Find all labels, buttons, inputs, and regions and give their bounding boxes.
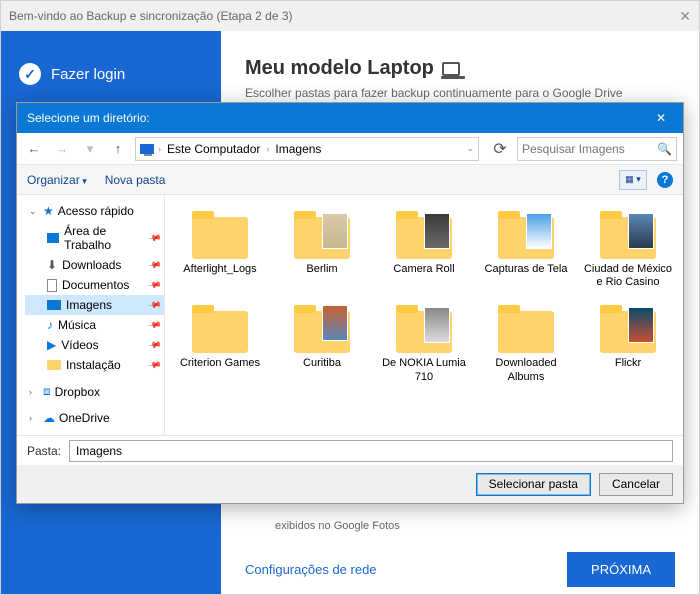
help-icon[interactable]: ? bbox=[657, 172, 673, 188]
folder-item[interactable]: Criterion Games bbox=[171, 299, 269, 387]
pin-icon: 📌 bbox=[147, 357, 162, 372]
pin-icon: 📌 bbox=[147, 257, 162, 272]
tree-item-desktop[interactable]: Área de Trabalho📌 bbox=[25, 221, 164, 255]
pin-icon: 📌 bbox=[147, 317, 162, 332]
folder-label: Curitiba bbox=[275, 357, 369, 370]
folder-icon bbox=[47, 360, 61, 370]
chevron-right-icon: › bbox=[29, 387, 39, 397]
folder-item[interactable]: Camera Roll bbox=[375, 205, 473, 293]
view-mode-button[interactable]: ▦ ▾ bbox=[619, 170, 647, 190]
select-folder-button[interactable]: Selecionar pasta bbox=[476, 473, 591, 496]
path-label: Pasta: bbox=[27, 444, 61, 458]
tree-item-music[interactable]: ♪Música📌 bbox=[25, 315, 164, 335]
page-desc: Escolher pastas para fazer backup contin… bbox=[245, 86, 675, 100]
nav-up-icon[interactable]: ↑ bbox=[107, 138, 129, 160]
dropbox-icon: ⧈ bbox=[43, 384, 51, 399]
check-icon: ✓ bbox=[19, 63, 41, 85]
folder-item[interactable]: Curitiba bbox=[273, 299, 371, 387]
dialog-title: Selecione um diretório: bbox=[27, 111, 150, 125]
tree-quick-access[interactable]: ⌄ ★ Acesso rápido bbox=[25, 201, 164, 221]
image-icon bbox=[47, 300, 61, 310]
folder-item[interactable]: Berlim bbox=[273, 205, 371, 293]
folder-label: Criterion Games bbox=[173, 357, 267, 370]
page-title: Meu modelo Laptop bbox=[245, 57, 675, 80]
folder-label: Downloaded Albums bbox=[479, 357, 573, 383]
tree-item-documents[interactable]: Documentos📌 bbox=[25, 275, 164, 295]
nav-back-icon[interactable]: ← bbox=[23, 138, 45, 160]
network-settings-link[interactable]: Configurações de rede bbox=[245, 562, 377, 577]
file-grid: Afterlight_Logs Berlim Camera Roll Capturas… bbox=[165, 195, 683, 435]
folder-label: Berlim bbox=[275, 263, 369, 276]
folder-label: Flickr bbox=[581, 357, 675, 370]
folder-item[interactable]: Capturas de Tela bbox=[477, 205, 575, 293]
close-icon[interactable]: ✕ bbox=[679, 8, 691, 25]
new-folder-button[interactable]: Nova pasta bbox=[105, 173, 166, 187]
dialog-titlebar: Selecione um diretório: ✕ bbox=[17, 103, 683, 133]
folder-item[interactable]: Flickr bbox=[579, 299, 677, 387]
search-box[interactable]: 🔍 bbox=[517, 137, 677, 161]
nav-recent-icon[interactable]: ▾ bbox=[79, 138, 101, 160]
folder-label: Camera Roll bbox=[377, 263, 471, 276]
cancel-button[interactable]: Cancelar bbox=[599, 473, 673, 496]
nav-tree: ⌄ ★ Acesso rápido Área de Trabalho📌 ⬇Dow… bbox=[17, 195, 165, 435]
cloud-icon: ☁ bbox=[43, 411, 55, 425]
nav-row: ← → ▾ ↑ › Este Computador › Imagens ⌄ ⟳ … bbox=[17, 133, 683, 165]
nav-forward-icon[interactable]: → bbox=[51, 138, 73, 160]
chevron-down-icon: ⌄ bbox=[29, 206, 39, 217]
folder-icon bbox=[192, 311, 248, 353]
breadcrumb-leaf[interactable]: Imagens bbox=[273, 142, 323, 156]
pin-icon: 📌 bbox=[147, 277, 162, 292]
laptop-icon bbox=[442, 62, 460, 76]
folder-label: Ciudad de México e Rio Casino bbox=[581, 263, 675, 289]
folder-label: De NOKIA Lumia 710 bbox=[377, 357, 471, 383]
chevron-right-icon: › bbox=[29, 413, 39, 423]
photos-note: exibidos no Google Fotos bbox=[245, 520, 675, 532]
folder-icon bbox=[192, 217, 248, 259]
tree-dropbox[interactable]: ›⧈Dropbox bbox=[25, 381, 164, 402]
document-icon bbox=[47, 279, 57, 292]
folder-label: Afterlight_Logs bbox=[173, 263, 267, 276]
download-icon: ⬇ bbox=[47, 258, 57, 272]
address-bar[interactable]: › Este Computador › Imagens ⌄ bbox=[135, 137, 479, 161]
dialog-close-icon[interactable]: ✕ bbox=[649, 111, 673, 125]
breadcrumb-root[interactable]: Este Computador bbox=[165, 142, 262, 156]
path-input[interactable] bbox=[69, 440, 673, 462]
refresh-icon[interactable]: ⟳ bbox=[489, 139, 511, 159]
window-title: Bem-vindo ao Backup e sincronização (Eta… bbox=[9, 9, 293, 23]
next-button[interactable]: PRÓXIMA bbox=[567, 552, 675, 587]
step-login[interactable]: ✓ Fazer login bbox=[1, 51, 221, 97]
pin-icon: 📌 bbox=[147, 337, 162, 352]
folder-item[interactable]: Ciudad de México e Rio Casino bbox=[579, 205, 677, 293]
desktop-icon bbox=[47, 233, 59, 243]
folder-label: Capturas de Tela bbox=[479, 263, 573, 276]
folder-icon bbox=[498, 311, 554, 353]
pin-icon: 📌 bbox=[147, 230, 162, 245]
path-row: Pasta: bbox=[17, 435, 683, 465]
folder-item[interactable]: Afterlight_Logs bbox=[171, 205, 269, 293]
toolbar: Organizar Nova pasta ▦ ▾ ? bbox=[17, 165, 683, 195]
folder-item[interactable]: Downloaded Albums bbox=[477, 299, 575, 387]
pc-icon bbox=[140, 144, 154, 154]
folder-item[interactable]: De NOKIA Lumia 710 bbox=[375, 299, 473, 387]
search-input[interactable] bbox=[522, 142, 642, 156]
tree-item-videos[interactable]: ▶Vídeos📌 bbox=[25, 335, 164, 355]
step-login-label: Fazer login bbox=[51, 66, 125, 83]
tree-item-install[interactable]: Instalação📌 bbox=[25, 355, 164, 375]
search-icon[interactable]: 🔍 bbox=[657, 142, 672, 156]
music-icon: ♪ bbox=[47, 318, 53, 332]
chevron-down-icon[interactable]: ⌄ bbox=[466, 143, 474, 154]
organize-menu[interactable]: Organizar bbox=[27, 173, 87, 187]
video-icon: ▶ bbox=[47, 338, 56, 352]
folder-picker-dialog: Selecione um diretório: ✕ ← → ▾ ↑ › Este… bbox=[16, 102, 684, 504]
tree-item-downloads[interactable]: ⬇Downloads📌 bbox=[25, 255, 164, 275]
window-titlebar: Bem-vindo ao Backup e sincronização (Eta… bbox=[1, 1, 699, 31]
dialog-buttons: Selecionar pasta Cancelar bbox=[17, 465, 683, 503]
tree-item-images[interactable]: Imagens📌 bbox=[25, 295, 164, 315]
star-icon: ★ bbox=[43, 204, 54, 218]
tree-onedrive[interactable]: ›☁OneDrive bbox=[25, 408, 164, 428]
pin-icon: 📌 bbox=[147, 297, 162, 312]
